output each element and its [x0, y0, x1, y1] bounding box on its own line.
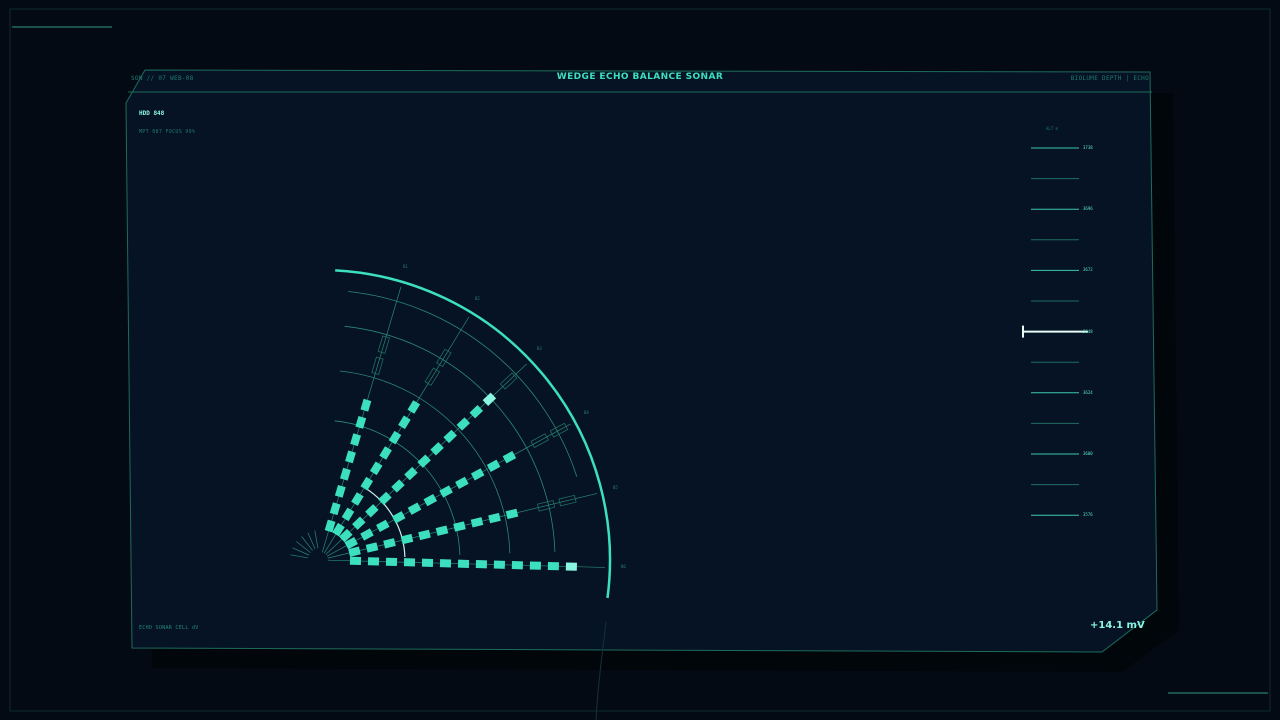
- sonar-graphics: [9, 8, 1271, 720]
- beam-label: B5: [613, 485, 618, 490]
- hdd-readout: HDD 848: [139, 110, 165, 117]
- voltage-readout: +14.1 mV: [1090, 620, 1145, 631]
- main-panel: [125, 69, 1158, 653]
- beam-segment: [511, 561, 524, 570]
- beam-segment: [565, 562, 578, 571]
- beam-segment: [547, 561, 560, 571]
- beam-label: B2: [475, 296, 480, 301]
- beam-label: B4: [584, 410, 589, 415]
- altimeter-tick-label: 3672: [1083, 267, 1093, 272]
- altimeter-tick-label: 3648: [1083, 329, 1093, 334]
- altimeter-title: ALT m: [1046, 126, 1059, 131]
- altimeter-tick-label: 3624: [1083, 390, 1093, 395]
- footer-label: ECHO SONAR CELL dV: [139, 625, 199, 631]
- header-right-code: BIOLUME DEPTH | ECHO: [1070, 75, 1149, 82]
- beam-segment: [457, 559, 470, 568]
- altimeter-tick-label: 3576: [1083, 512, 1093, 517]
- altimeter-tick-label: 3696: [1083, 206, 1093, 211]
- beam-label: B1: [403, 264, 408, 269]
- beam-segment: [529, 561, 542, 570]
- beam-label: B3: [537, 346, 542, 351]
- beam-segment: [493, 560, 506, 569]
- beam-segment: [403, 558, 416, 567]
- header-left-code: SON // 07 WEB-08: [131, 75, 194, 82]
- sonar-screen: WEDGE ECHO BALANCE SONAR SON // 07 WEB-0…: [0, 0, 1280, 720]
- beam-label: B6: [621, 564, 626, 569]
- altimeter-tick-label: 3738: [1083, 145, 1093, 150]
- beam-segment: [367, 557, 380, 566]
- beam-segment: [385, 557, 398, 567]
- focus-readout: MPT 087 FOCUS 99%: [139, 129, 196, 135]
- altimeter-tick-label: 3600: [1083, 451, 1093, 456]
- beam-segment: [349, 556, 362, 566]
- beam-segment: [439, 559, 452, 568]
- beam-segment: [421, 558, 434, 567]
- beam-segment: [475, 560, 488, 569]
